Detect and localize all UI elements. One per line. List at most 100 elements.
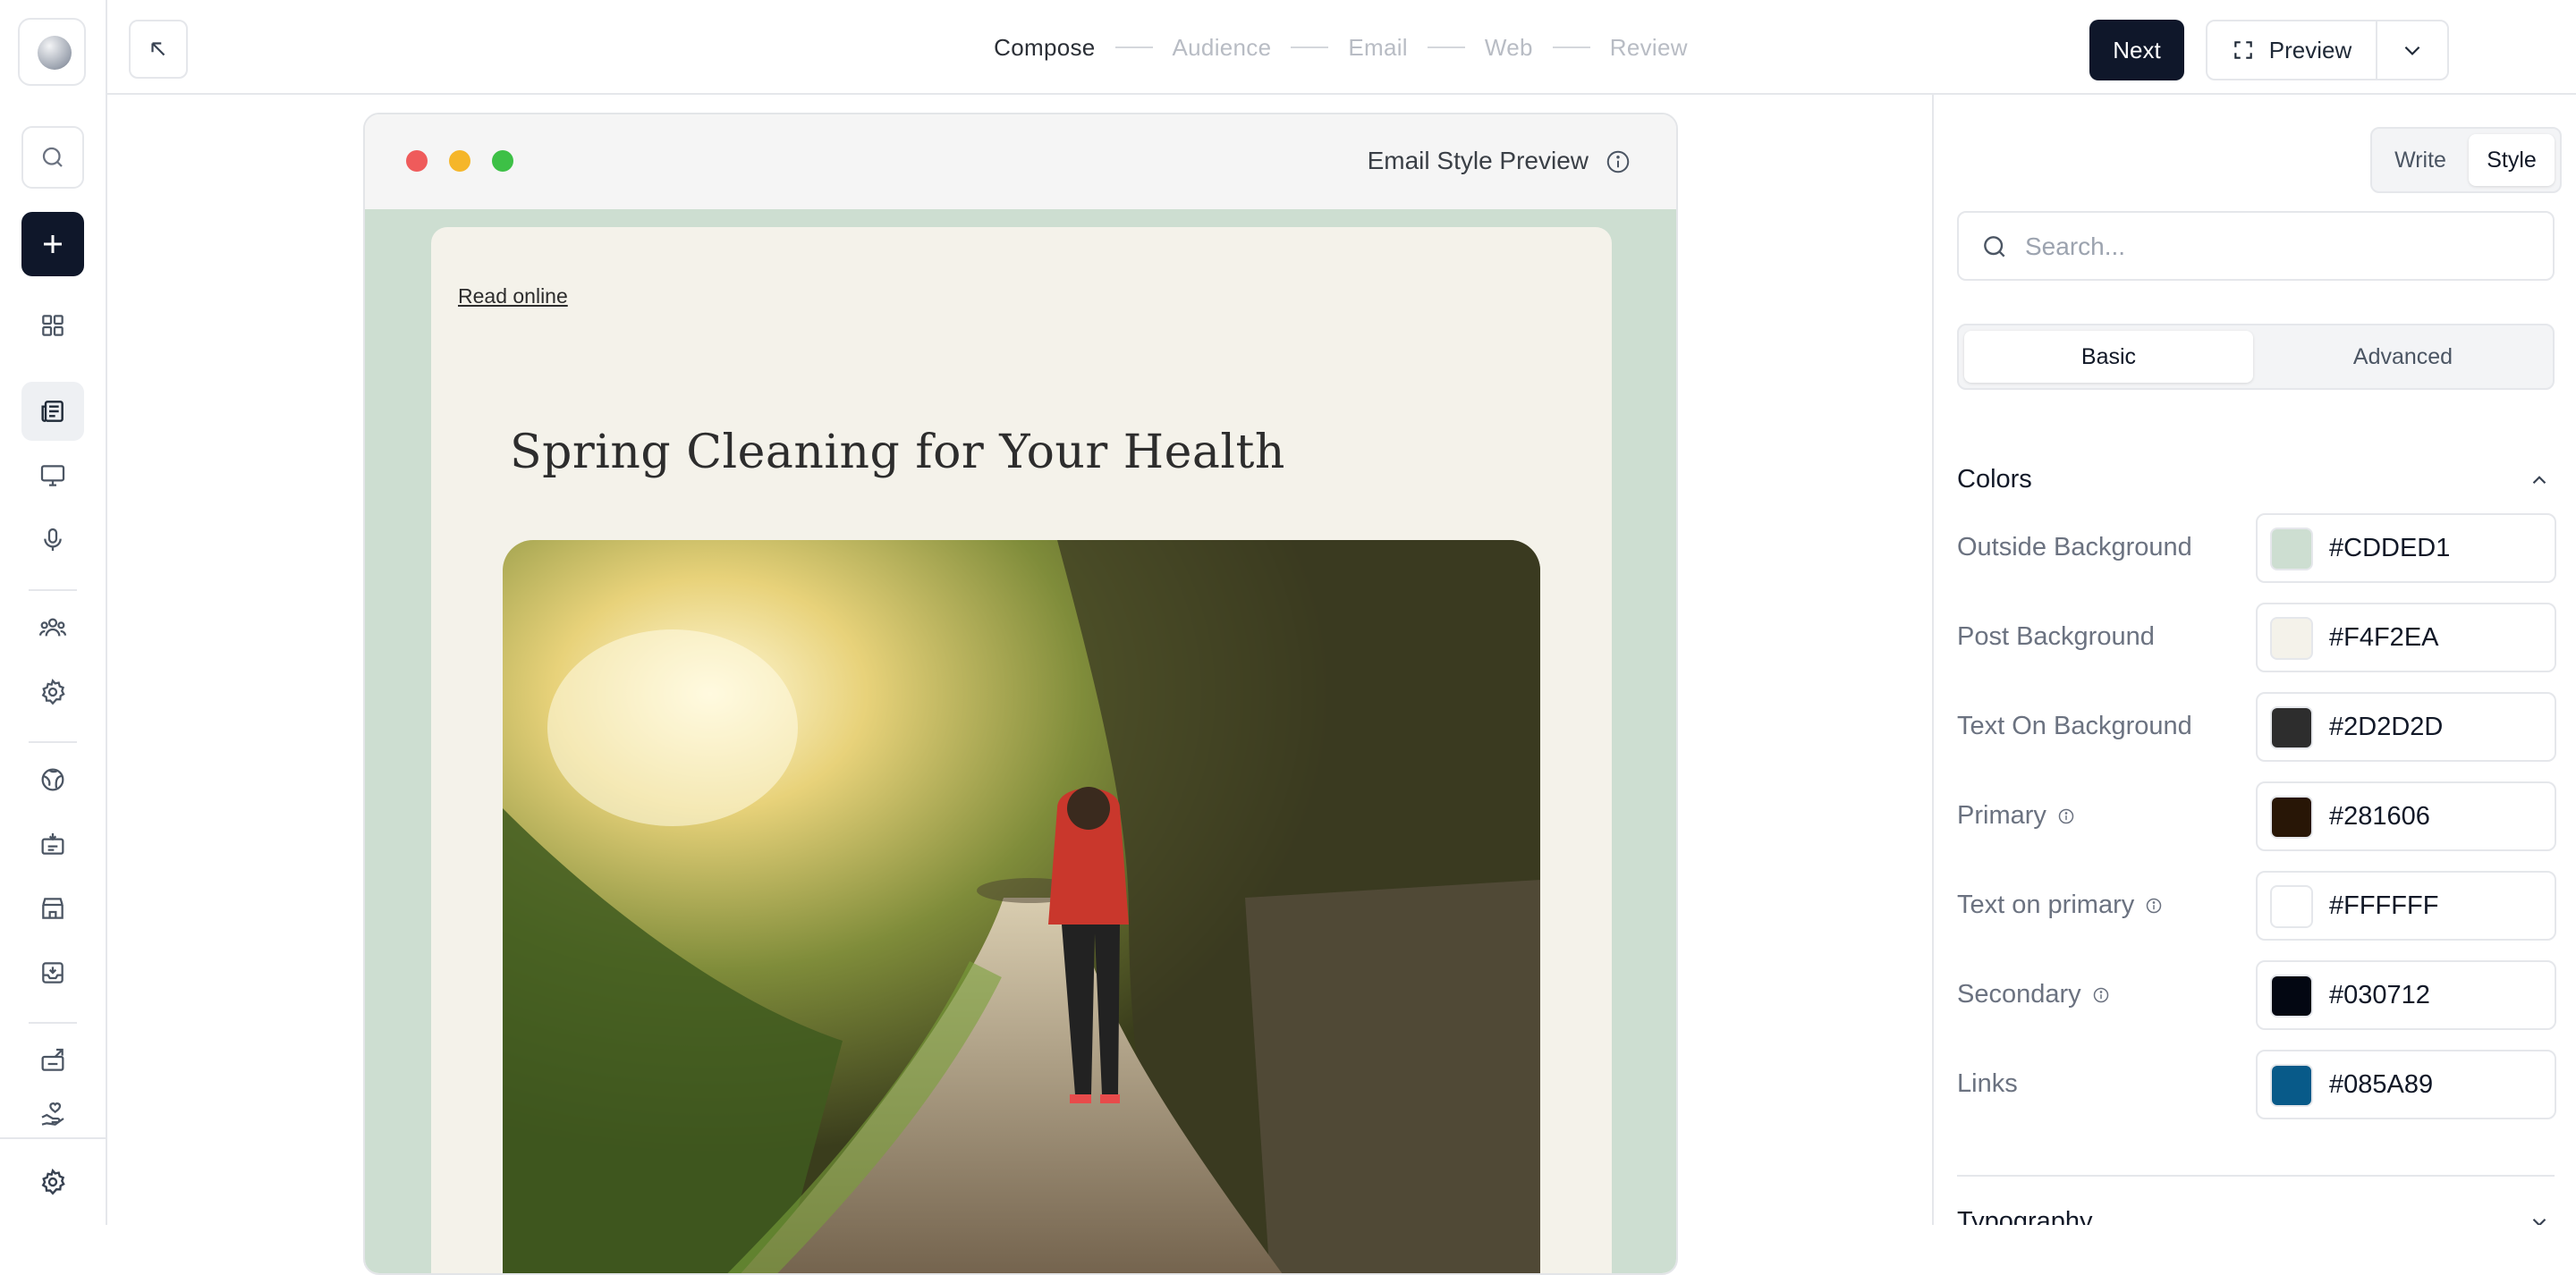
color-swatch[interactable] [2270, 617, 2313, 660]
nav-inbox[interactable] [21, 943, 84, 1002]
inbox-icon [42, 962, 64, 984]
color-field[interactable]: #281606 [2256, 781, 2556, 851]
nav-grow[interactable] [21, 750, 84, 809]
hero-image [503, 540, 1540, 1273]
nav-posts[interactable] [21, 382, 84, 441]
tab-write[interactable]: Write [2377, 134, 2463, 186]
step-web[interactable]: Web [1485, 34, 1533, 62]
step-review[interactable]: Review [1610, 34, 1688, 62]
nav-export[interactable] [21, 1031, 84, 1090]
color-label-text: Secondary [1957, 980, 2081, 1009]
style-panel: Write Style Basic Advanced Colors Outsid… [1932, 95, 2576, 1225]
color-field[interactable]: #F4F2EA [2256, 603, 2556, 672]
step-compose[interactable]: Compose [994, 34, 1095, 62]
nav-website[interactable] [21, 446, 84, 505]
expand-icon [2234, 41, 2252, 59]
read-online-link[interactable]: Read online [458, 284, 568, 308]
nav-support[interactable] [21, 1092, 84, 1138]
section-divider [1957, 1175, 2555, 1177]
color-field[interactable]: #085A89 [2256, 1050, 2556, 1119]
color-swatch[interactable] [2270, 1064, 2313, 1107]
nav-audience[interactable] [21, 598, 84, 657]
color-label-text: Outside Background [1957, 533, 2192, 562]
microphone-icon [44, 528, 62, 551]
box-icon [41, 833, 64, 855]
color-field[interactable]: #2D2D2D [2256, 692, 2556, 762]
next-button[interactable]: Next [2089, 20, 2184, 80]
step-email[interactable]: Email [1348, 34, 1408, 62]
outside-background: Read online Spring Cleaning for Your Hea… [365, 209, 1676, 1273]
search-button[interactable] [21, 126, 84, 189]
nav-settings-gear[interactable] [21, 663, 84, 722]
heart-hand-icon [41, 1102, 64, 1126]
write-style-toggle: Write Style [2370, 127, 2562, 193]
color-label: Text On Background [1957, 712, 2192, 741]
info-icon[interactable] [2092, 986, 2110, 1004]
monitor-icon [40, 465, 65, 486]
step-connector [1114, 46, 1153, 48]
color-swatch[interactable] [2270, 796, 2313, 839]
grid-icon [42, 315, 64, 336]
chevron-down-icon[interactable] [2528, 1211, 2551, 1225]
preview-label: Preview [2268, 36, 2352, 63]
info-icon[interactable] [2057, 807, 2075, 825]
globe-icon [41, 768, 64, 791]
tab-style[interactable]: Style [2469, 134, 2555, 186]
nav-shop[interactable] [21, 879, 84, 938]
plus-icon [44, 235, 62, 253]
search-input[interactable] [2023, 225, 2528, 268]
color-hex-value[interactable]: #2D2D2D [2329, 713, 2443, 742]
color-label-text: Text on primary [1957, 891, 2135, 919]
color-hex-value[interactable]: #CDDED1 [2329, 534, 2450, 563]
settings-button[interactable] [21, 1153, 84, 1212]
maximize-dot [492, 150, 513, 172]
color-label-text: Links [1957, 1069, 2018, 1098]
color-field[interactable]: #FFFFFF [2256, 871, 2556, 941]
color-label: Outside Background [1957, 533, 2192, 562]
color-hex-value[interactable]: #FFFFFF [2329, 891, 2438, 921]
step-audience[interactable]: Audience [1173, 34, 1272, 62]
color-row: Secondary #030712 [1957, 960, 2560, 1030]
nav-dashboard[interactable] [21, 296, 84, 355]
preview-button[interactable]: Preview [2207, 21, 2377, 79]
search-icon [42, 147, 63, 167]
create-button[interactable] [21, 212, 84, 276]
color-row: Text on primary #FFFFFF [1957, 871, 2560, 941]
app-logo[interactable] [18, 18, 86, 86]
nav-podcast[interactable] [21, 511, 84, 570]
color-label-text: Text On Background [1957, 712, 2192, 740]
preview-dropdown-button[interactable] [2377, 21, 2447, 79]
color-row: Outside Background #CDDED1 [1957, 513, 2560, 583]
minimize-dot [449, 150, 470, 172]
color-hex-value[interactable]: #085A89 [2329, 1070, 2433, 1100]
nav-monetize[interactable] [21, 815, 84, 874]
users-icon [38, 618, 67, 637]
color-swatch[interactable] [2270, 975, 2313, 1017]
preview-canvas: Email Style Preview Read online Spring C… [107, 95, 1932, 1275]
info-icon[interactable] [1605, 148, 1631, 175]
color-swatch[interactable] [2270, 528, 2313, 570]
color-label: Secondary [1957, 980, 2110, 1009]
info-icon[interactable] [2145, 897, 2163, 915]
color-swatch[interactable] [2270, 885, 2313, 928]
tab-basic[interactable]: Basic [1964, 331, 2253, 383]
color-field[interactable]: #CDDED1 [2256, 513, 2556, 583]
posts-icon [41, 401, 64, 422]
window-titlebar: Email Style Preview [365, 114, 1676, 211]
post-card: Read online Spring Cleaning for Your Hea… [431, 227, 1612, 1273]
colors-section-title[interactable]: Colors [1957, 465, 2032, 494]
chevron-up-icon[interactable] [2528, 469, 2551, 492]
step-connector [1552, 46, 1590, 48]
color-label-text: Post Background [1957, 622, 2155, 651]
color-row: Post Background #F4F2EA [1957, 603, 2560, 672]
color-swatch[interactable] [2270, 706, 2313, 749]
color-field[interactable]: #030712 [2256, 960, 2556, 1030]
color-hex-value[interactable]: #F4F2EA [2329, 623, 2439, 653]
color-label-text: Primary [1957, 801, 2046, 830]
color-hex-value[interactable]: #030712 [2329, 981, 2430, 1010]
window-title: Email Style Preview [1367, 147, 1589, 174]
color-hex-value[interactable]: #281606 [2329, 802, 2430, 832]
tab-advanced[interactable]: Advanced [2258, 331, 2547, 383]
export-icon [41, 1048, 64, 1071]
typography-section-title[interactable]: Typography [1957, 1207, 2093, 1225]
